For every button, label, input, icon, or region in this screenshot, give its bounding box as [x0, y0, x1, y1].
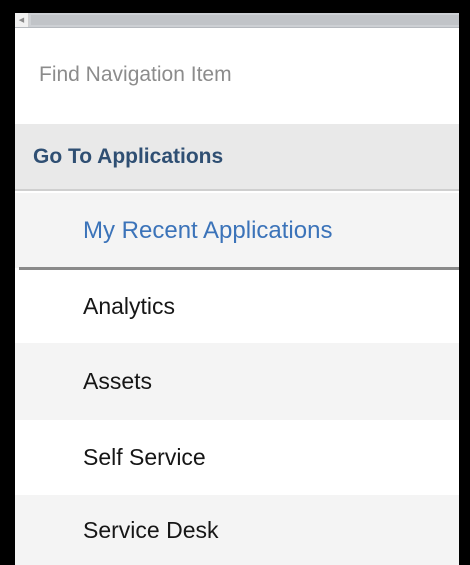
app-item-assets[interactable]: Assets: [15, 343, 459, 420]
section-header-label: Go To Applications: [33, 144, 224, 168]
app-item-service-desk[interactable]: Service Desk: [15, 495, 459, 565]
scroll-left-arrow-icon[interactable]: ◀: [15, 13, 29, 27]
scrollbar-thumb[interactable]: [31, 15, 459, 25]
horizontal-scrollbar[interactable]: ◀: [15, 13, 459, 28]
recent-applications-label: My Recent Applications: [83, 216, 333, 244]
app-item-self-service[interactable]: Self Service: [15, 420, 459, 495]
search-row: [15, 28, 459, 124]
app-item-analytics[interactable]: Analytics: [15, 270, 459, 343]
navigation-panel: ◀ Go To Applications My Recent Applicati…: [15, 13, 459, 565]
find-navigation-item-input[interactable]: [15, 28, 459, 124]
app-item-label: Analytics: [83, 293, 176, 319]
app-item-label: Self Service: [83, 444, 206, 470]
go-to-applications-header[interactable]: Go To Applications: [15, 124, 459, 191]
app-item-label: Service Desk: [83, 516, 219, 543]
my-recent-applications-item[interactable]: My Recent Applications: [15, 193, 459, 268]
app-item-label: Assets: [83, 368, 153, 394]
